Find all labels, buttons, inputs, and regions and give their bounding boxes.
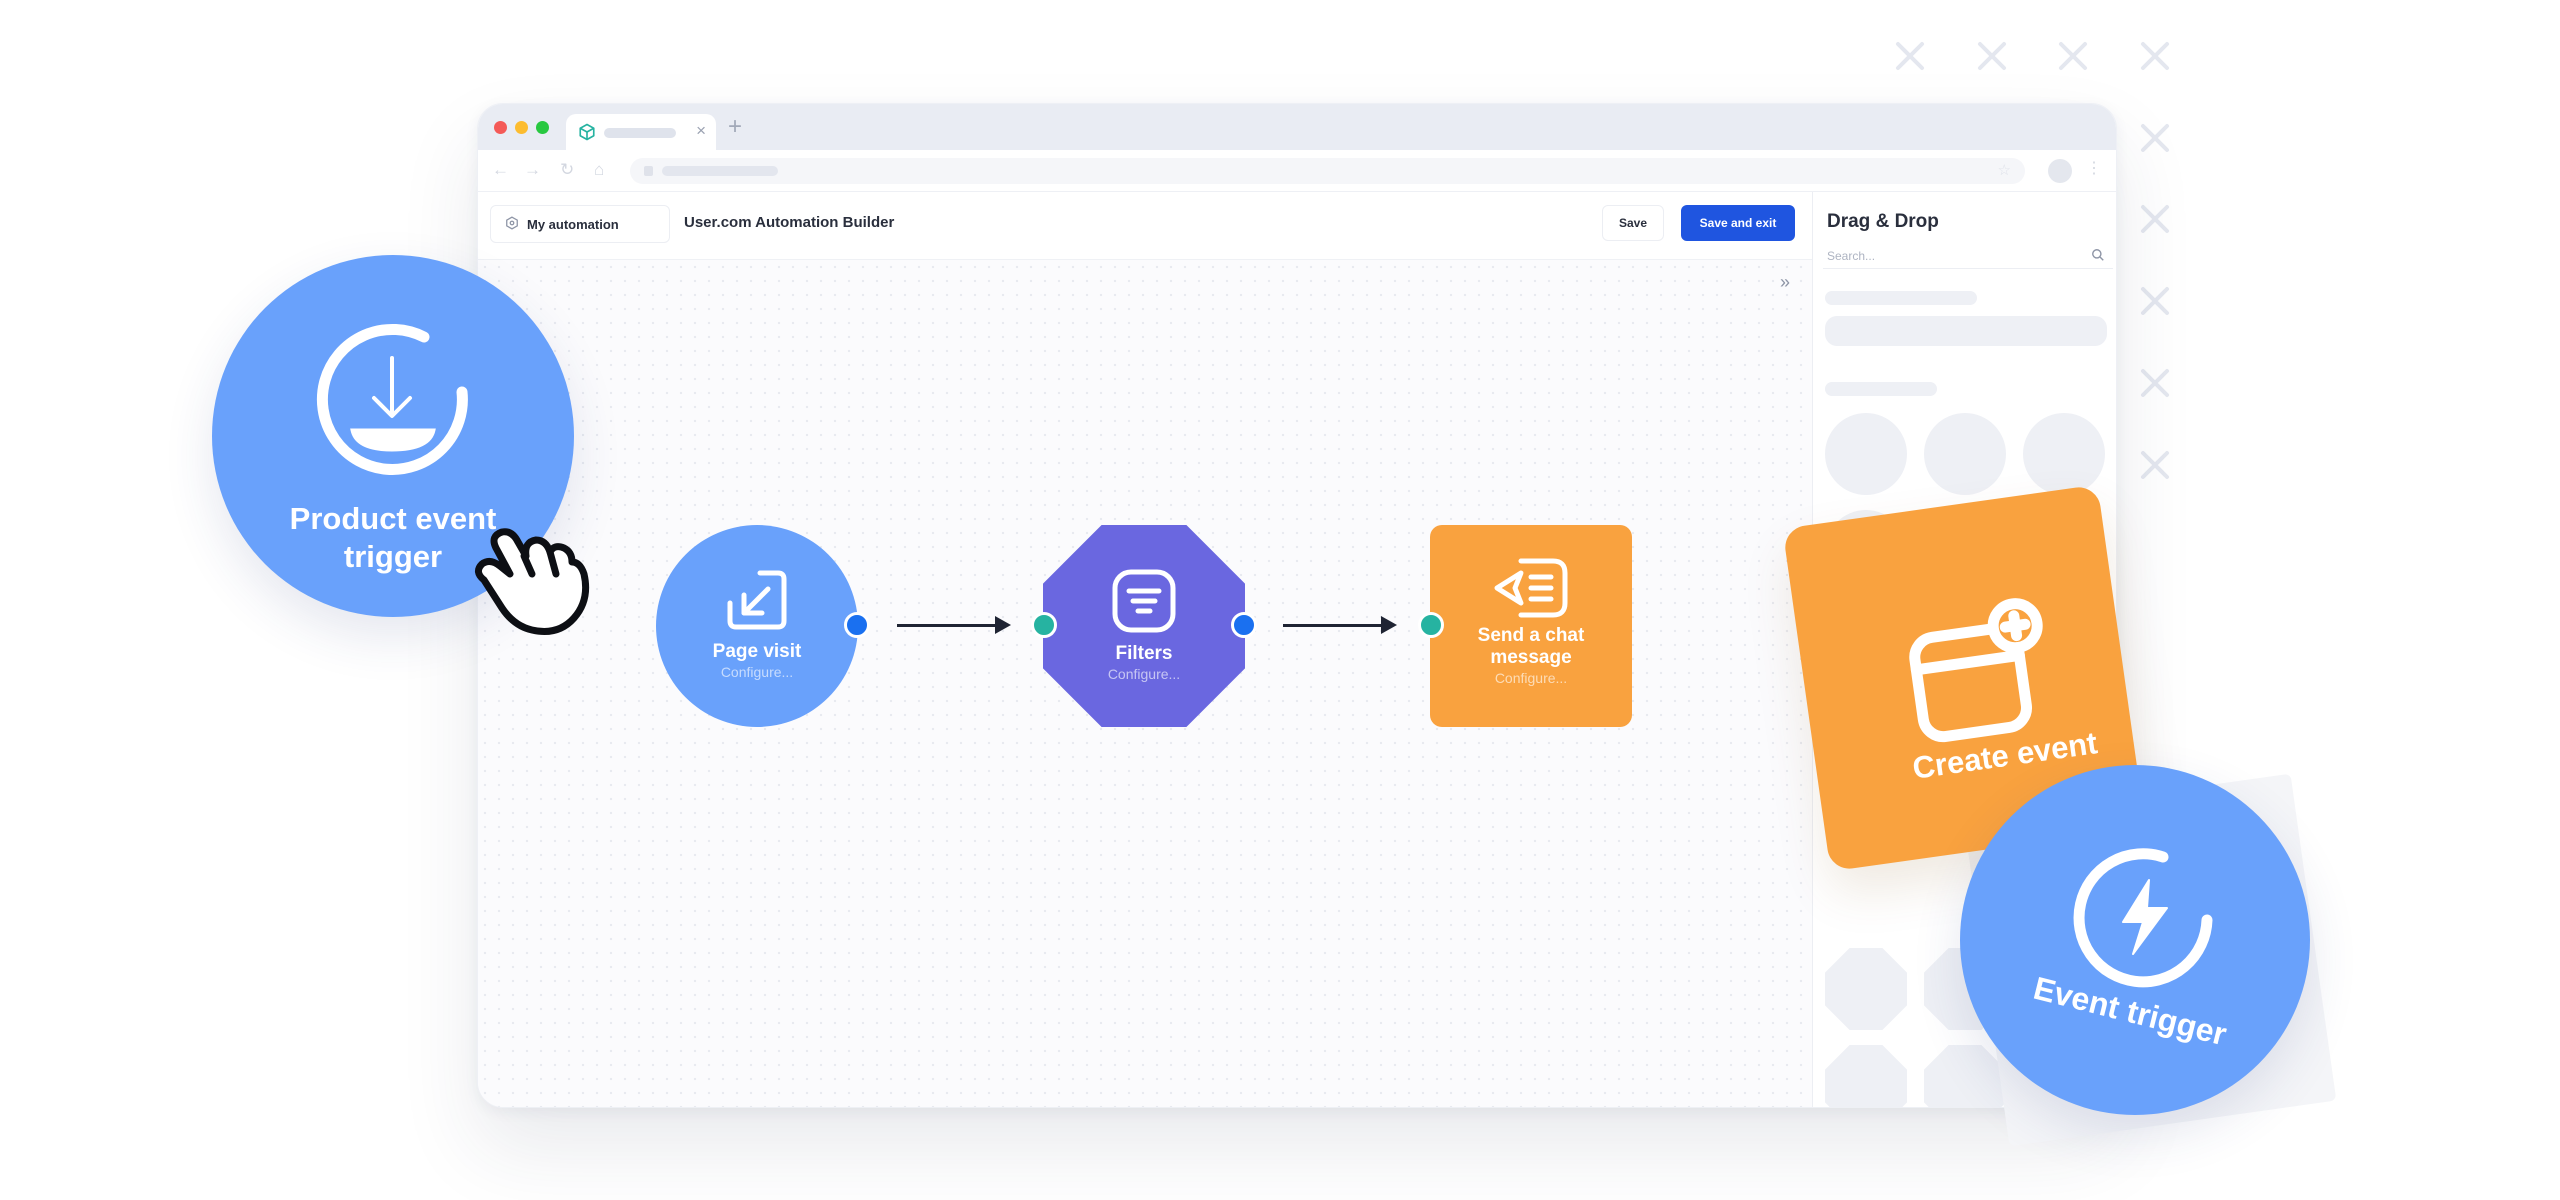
product-download-icon [316,323,468,475]
skeleton-item [1825,948,1907,1030]
connector-arrow [1283,616,1397,634]
new-tab-icon[interactable]: + [728,113,742,141]
decor-x [1893,39,1927,73]
window-add-icon [1909,598,2043,743]
automation-selector[interactable]: My automation [490,205,670,243]
node-title: Send a chat message [1477,625,1585,668]
lock-icon [644,166,653,176]
window-close-dot[interactable] [494,121,507,134]
decor-x [1975,39,2009,73]
profile-avatar[interactable] [2048,159,2072,183]
node-subtitle: Configure... [1494,670,1568,686]
browser-tab[interactable]: × [566,114,716,150]
save-and-exit-button[interactable]: Save and exit [1681,205,1795,241]
decor-x [2138,284,2172,318]
decor-x [2138,39,2172,73]
skeleton-item [1924,413,2006,495]
send-message-icon [1494,558,1568,618]
connector-arrow [897,616,1011,634]
filter-list-icon [1112,569,1176,633]
input-port[interactable] [1031,612,1057,638]
skeleton-line [1825,291,1977,305]
cube-icon [578,123,596,146]
tab-title-placeholder [604,128,676,138]
close-tab-icon[interactable]: × [696,121,706,141]
panel-title: Drag & Drop [1827,211,1939,232]
output-port[interactable] [844,612,870,638]
node-title: Page visit [712,641,802,662]
decor-x [2138,448,2172,482]
lightning-icon [2073,848,2213,988]
home-icon[interactable]: ⌂ [594,160,604,180]
node-filters[interactable]: Filters Configure... [1043,525,1245,727]
skeleton-bar [1825,316,2107,346]
skeleton-line [1825,382,1937,396]
node-page-visit[interactable]: Page visit Configure... [656,525,858,727]
address-bar: ← → ↻ ⌂ ☆ ⋮ [478,150,2116,192]
skeleton-item [2023,413,2105,495]
node-send-chat-message[interactable]: Send a chat message Configure... [1430,525,1632,727]
search-icon[interactable] [2091,248,2105,267]
hand-cursor-icon [475,528,590,635]
node-title: Filters [1115,643,1173,664]
back-icon[interactable]: ← [492,160,509,180]
decor-x [2138,366,2172,400]
node-subtitle: Configure... [1107,666,1181,682]
automation-name: My automation [527,217,619,232]
builder-header: My automation User.com Automation Builde… [478,192,1812,260]
output-port[interactable] [1231,612,1257,638]
more-menu-icon[interactable]: ⋮ [2086,158,2102,178]
decor-x [2138,121,2172,155]
save-button[interactable]: Save [1602,205,1664,241]
page-title: User.com Automation Builder [684,214,895,231]
input-port[interactable] [1418,612,1444,638]
url-field[interactable]: ☆ [630,158,2025,184]
bookmark-star-icon[interactable]: ☆ [1998,161,2011,179]
forward-icon[interactable]: → [524,160,541,180]
decor-x [2138,202,2172,236]
window-minimize-dot[interactable] [515,121,528,134]
automation-icon [505,216,519,235]
url-placeholder [662,166,778,176]
expand-panel-icon[interactable]: » [1780,272,1790,293]
skeleton-item [1825,1045,1907,1107]
skeleton-item [1924,1045,2006,1107]
decor-x [2056,39,2090,73]
tab-strip: × + [478,104,2116,150]
arrow-down-left-icon [727,570,787,630]
reload-icon[interactable]: ↻ [560,160,574,180]
node-subtitle: Configure... [720,664,794,680]
skeleton-item [1825,413,1907,495]
window-maximize-dot[interactable] [536,121,549,134]
search-input[interactable] [1823,243,2113,269]
